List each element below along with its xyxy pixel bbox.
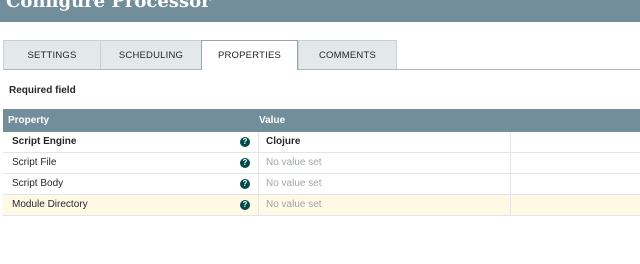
property-value[interactable]: No value set: [266, 195, 322, 215]
column-header-value[interactable]: Value: [259, 109, 285, 132]
help-info-icon[interactable]: ?: [240, 200, 250, 210]
property-value[interactable]: No value set: [266, 174, 322, 194]
column-divider: [258, 153, 259, 174]
property-row-script-engine[interactable]: Script Engine ? Clojure: [3, 132, 640, 153]
property-name: Module Directory: [12, 199, 88, 210]
property-name: Script Engine: [12, 136, 77, 147]
column-divider: [258, 132, 259, 153]
tab-divider: [3, 69, 640, 70]
property-row-script-body[interactable]: Script Body ? No value set: [3, 174, 640, 195]
dialog-title: Configure Processor: [6, 0, 211, 12]
column-divider: [258, 195, 259, 216]
dialog-titlebar: Configure Processor: [0, 0, 640, 22]
column-divider: [510, 153, 511, 174]
column-header-property[interactable]: Property: [8, 109, 49, 132]
property-row-module-directory[interactable]: Module Directory ? No value set: [3, 195, 640, 216]
property-value[interactable]: Clojure: [266, 132, 300, 152]
column-divider: [510, 132, 511, 153]
property-name: Script Body: [12, 178, 64, 189]
tab-properties[interactable]: PROPERTIES: [201, 40, 298, 70]
properties-grid: Property Value Script Engine ? Clojure S…: [3, 109, 640, 216]
grid-header: Property Value: [3, 109, 640, 132]
property-name: Script File: [12, 157, 57, 168]
help-info-icon[interactable]: ?: [240, 158, 250, 168]
property-row-script-file[interactable]: Script File ? No value set: [3, 153, 640, 174]
required-field-note: Required field: [9, 85, 76, 96]
tab-bar: SETTINGS SCHEDULING PROPERTIES COMMENTS: [3, 40, 640, 70]
column-divider: [510, 195, 511, 216]
tab-settings[interactable]: SETTINGS: [3, 40, 101, 69]
column-divider: [510, 174, 511, 195]
tab-comments[interactable]: COMMENTS: [298, 40, 397, 69]
property-value[interactable]: No value set: [266, 153, 322, 173]
tab-scheduling[interactable]: SCHEDULING: [100, 40, 202, 69]
help-info-icon[interactable]: ?: [240, 179, 250, 189]
help-info-icon[interactable]: ?: [240, 137, 250, 147]
column-divider: [258, 174, 259, 195]
